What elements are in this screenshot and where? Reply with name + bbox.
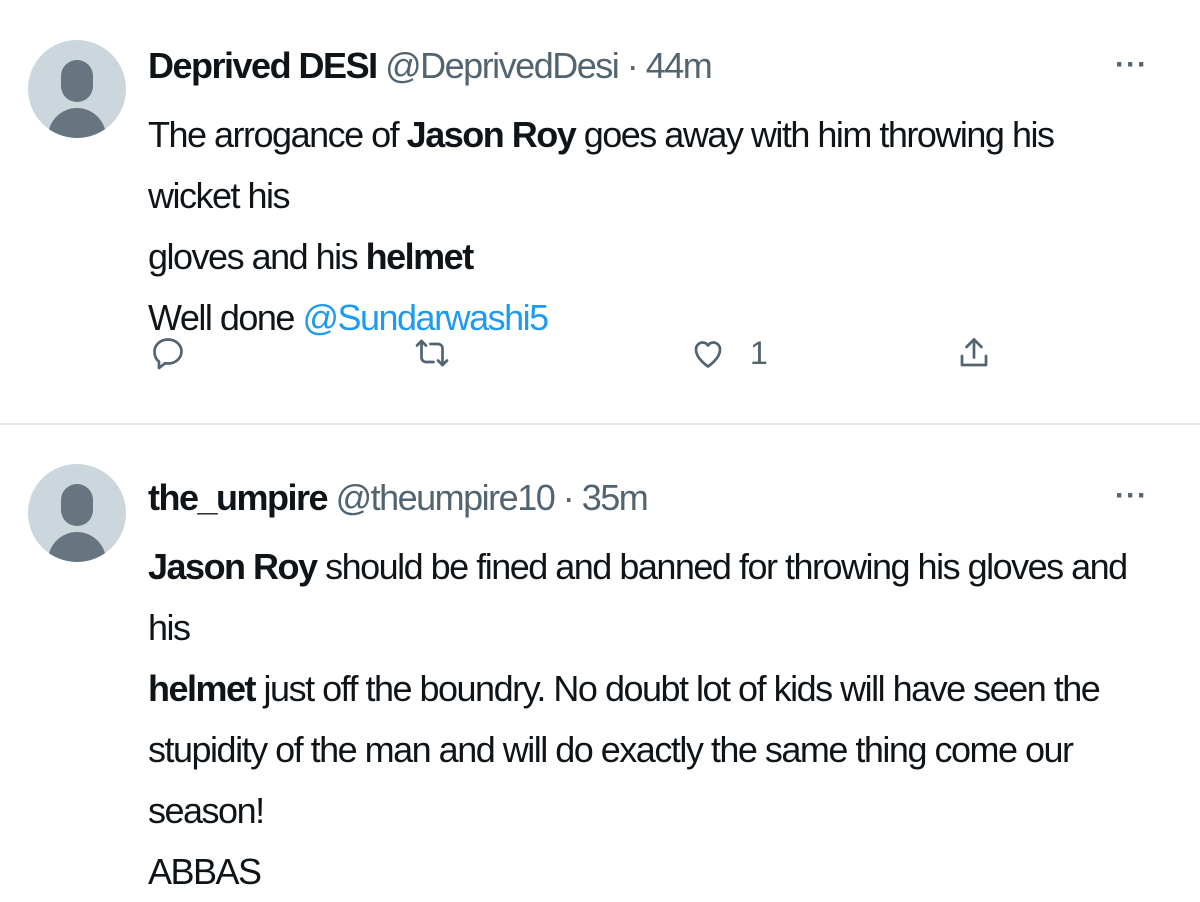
bold-text: helmet xyxy=(365,236,475,277)
default-avatar-head-icon xyxy=(61,484,93,526)
default-avatar-body-icon xyxy=(48,532,106,562)
retweet-button[interactable] xyxy=(414,328,450,378)
tweet-header: Deprived DESI @DeprivedDesi · 44m xyxy=(148,44,713,88)
timestamp[interactable]: 35m xyxy=(582,477,649,518)
display-name[interactable]: the_umpire xyxy=(148,477,329,518)
bold-text: helmet xyxy=(148,668,257,709)
reply-button[interactable] xyxy=(150,328,186,378)
text-run: gloves and his xyxy=(148,236,366,277)
separator: · xyxy=(618,45,646,86)
like-count: 1 xyxy=(750,334,768,371)
heart-icon xyxy=(694,341,722,368)
tweet-text-line: gloves and his helmet xyxy=(148,226,1148,287)
tweet-text: The arrogance of Jason Roy goes away wit… xyxy=(148,104,1148,348)
avatar[interactable] xyxy=(28,464,126,562)
default-avatar-head-icon xyxy=(61,60,93,102)
text-run: ABBAS xyxy=(148,851,262,892)
tweet-text-line: helmet just off the boundry. No doubt lo… xyxy=(148,658,1148,719)
user-handle[interactable]: @theumpire10 xyxy=(336,477,556,518)
tweet-header: the_umpire @theumpire10 · 35m xyxy=(148,476,649,520)
share-icon xyxy=(960,338,988,367)
tweet-text-line: ABBAS xyxy=(148,841,1148,902)
text-run: The arrogance of xyxy=(148,114,407,155)
tweet-text-line: Jason Roy should be fined and banned for… xyxy=(148,536,1148,658)
reply-icon xyxy=(153,338,183,370)
default-avatar-body-icon xyxy=(48,108,106,138)
avatar[interactable] xyxy=(28,40,126,138)
tweet-text-line: The arrogance of Jason Roy goes away wit… xyxy=(148,104,1148,226)
tweet-text: Jason Roy should be fined and banned for… xyxy=(148,536,1148,902)
tweet[interactable]: Deprived DESI @DeprivedDesi · 44m ··· Th… xyxy=(0,0,1200,425)
display-name[interactable]: Deprived DESI xyxy=(148,45,378,86)
text-run: stupidity of the man and will do exactly… xyxy=(148,729,1074,831)
bold-text: Jason Roy xyxy=(148,546,318,587)
retweet-icon xyxy=(415,339,449,367)
user-handle[interactable]: @DeprivedDesi xyxy=(385,45,620,86)
bold-text: Jason Roy xyxy=(406,114,577,155)
tweet-text-line: stupidity of the man and will do exactly… xyxy=(148,719,1148,841)
like-button[interactable]: 1 xyxy=(690,328,768,378)
tweet-actions: 1 xyxy=(0,328,1200,378)
text-run: just off the boundry. No doubt lot of ki… xyxy=(255,668,1101,709)
more-options-icon[interactable]: ··· xyxy=(1115,48,1148,82)
more-options-icon[interactable]: ··· xyxy=(1115,479,1148,513)
timestamp[interactable]: 44m xyxy=(646,45,713,86)
share-button[interactable] xyxy=(956,328,992,378)
tweet[interactable]: the_umpire @theumpire10 · 35m ··· Jason … xyxy=(0,427,1200,892)
separator: · xyxy=(554,477,582,518)
